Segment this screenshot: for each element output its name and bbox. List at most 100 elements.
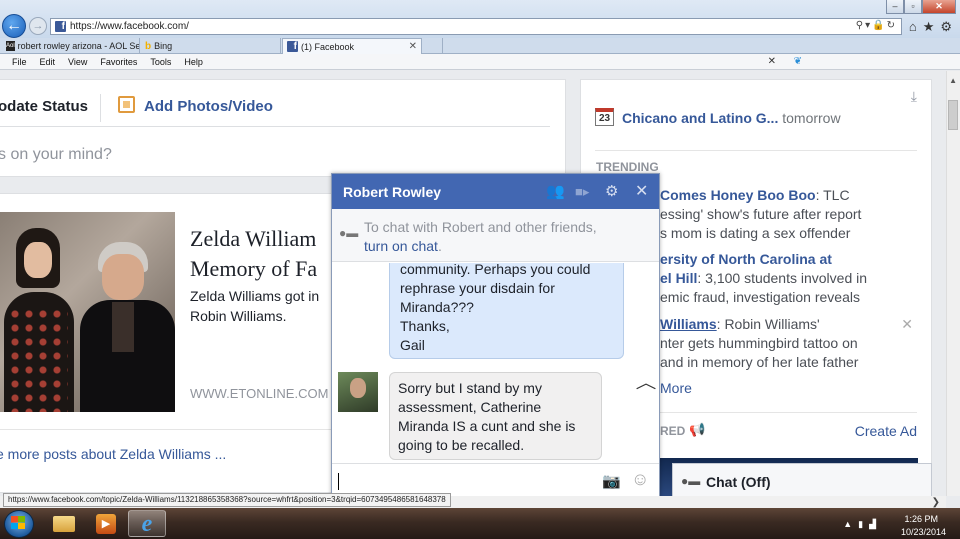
chat-message-list[interactable]: community. Perhaps you could rephrase yo… [332,263,659,463]
chat-window: Robert Rowley 👥 ■▸ ⚙ ✕ ●▬ To chat with R… [331,173,660,499]
more-posts-link[interactable]: e more posts about Zelda Williams ... [0,446,226,462]
address-tools[interactable]: ⚲▾🔒↻ [856,20,897,31]
search-icon[interactable]: ⚲ [856,20,865,31]
status-composer: odate Status Add Photos/Video s on your … [0,79,566,177]
menu-file[interactable]: File [12,57,27,67]
back-button[interactable]: ← [2,14,26,38]
menu-edit[interactable]: Edit [40,57,56,67]
menu-tools[interactable]: Tools [150,57,171,67]
address-bar[interactable]: f https://www.facebook.com/ ⚲▾🔒↻ [50,18,902,35]
trend-text: emic fraud, investigation reveals [660,289,860,305]
trend-topic[interactable]: ersity of North Carolina at [660,251,832,267]
browser-title-bar: – ▫ ✕ ← → f https://www.facebook.com/ ⚲▾… [0,0,960,38]
scrollbar-thumb[interactable] [948,100,958,130]
avatar[interactable] [338,372,378,412]
menu-view[interactable]: View [68,57,87,67]
trending-item[interactable]: Williams: Robin Williams' nter gets humm… [660,315,900,372]
post-link-description: Zelda Williams got in Robin Williams. [190,286,319,326]
system-tray[interactable]: ▲▮▟ [843,519,882,530]
menu-favorites[interactable]: Favorites [100,57,137,67]
menu-bar: File Edit View Favorites Tools Help [0,54,960,70]
video-call-icon[interactable]: ■▸ [575,184,589,200]
trend-topic[interactable]: Comes Honey Boo Boo [660,187,816,203]
tab-label: robert rowley arizona - AOL Se... [17,41,140,51]
favorites-star-icon[interactable]: ★ [923,19,935,35]
window-close-button[interactable]: ✕ [922,0,956,14]
post-desc-line: Zelda Williams got in [190,288,320,304]
taskbar-explorer[interactable] [45,510,83,537]
chevron-up-icon[interactable]: ︿ [636,369,657,393]
menu-help[interactable]: Help [184,57,203,67]
turn-on-chat-link[interactable]: turn on chat [364,238,438,254]
show-hidden-icons-icon[interactable]: ▲ [843,519,858,529]
addon-icon[interactable]: ❦ [794,56,802,67]
divider [595,150,917,151]
close-icon[interactable]: ✕ [901,316,913,333]
trend-text: : Robin Williams' [716,316,820,332]
aol-icon: Aol [6,41,15,51]
gear-icon[interactable]: ⚙ [605,182,618,200]
chat-sidebar-toggle[interactable]: ●▬ Chat (Off) [672,463,932,497]
tab-close-icon[interactable]: ✕ [409,41,417,52]
update-status-tab[interactable]: odate Status [0,98,88,115]
text-caret [338,473,339,490]
chat-contact-name[interactable]: Robert Rowley [343,184,441,200]
post-link-source: WWW.ETONLINE.COM [190,386,329,401]
event-name[interactable]: Chicano and Latino G... [622,110,778,126]
trending-item[interactable]: Comes Honey Boo Boo: TLC essing' show's … [660,186,900,243]
tab-aol-search[interactable]: Aol robert rowley arizona - AOL Se... [2,38,140,54]
add-photos-video-tab[interactable]: Add Photos/Video [144,98,273,115]
gear-icon[interactable]: ⚙ [940,19,952,35]
clock-date[interactable]: 10/23/2014 [901,527,946,537]
minimize-button[interactable]: – [886,0,904,14]
chat-notice-text: To chat with Robert and other friends, t… [364,218,597,256]
menu-bar-close-icon[interactable]: ✕ [768,56,776,67]
trend-text: : 3,100 students involved in [697,270,868,286]
see-more-link[interactable]: More [660,380,692,396]
clock-time[interactable]: 1:26 PM [904,514,938,524]
new-tab-button[interactable] [423,38,443,54]
browser-toolbar-icons: ⌂ ★ ⚙ [909,19,952,35]
tab-strip: Aol robert rowley arizona - AOL Se... b … [0,38,960,54]
tab-facebook[interactable]: f (1) Facebook ✕ [282,38,422,54]
signal-icon[interactable]: ▟ [869,519,882,529]
notice-period: . [437,238,442,254]
create-ad-link[interactable]: Create Ad [855,423,917,439]
download-icon[interactable]: ⤓ [911,88,917,105]
photo-icon[interactable] [118,96,135,113]
status-bar-url: https://www.facebook.com/topic/Zelda-Wil… [3,493,451,507]
refresh-icon[interactable]: ↻ [887,20,897,31]
address-url[interactable]: https://www.facebook.com/ [70,21,189,32]
person-icon: ●▬ [681,474,701,488]
event-time: tomorrow [782,110,841,126]
page-scrollbar[interactable] [946,71,960,496]
scroll-up-arrow-icon[interactable]: ▲ [949,76,957,85]
trend-text: essing' show's future after report [660,206,862,222]
forward-arrow-icon: → [32,20,44,32]
network-icon[interactable]: ▮ [858,519,869,529]
chat-off-notice: ●▬ To chat with Robert and other friends… [332,209,659,262]
chat-header[interactable]: Robert Rowley 👥 ■▸ ⚙ ✕ [332,174,659,209]
tab-bing[interactable]: b Bing [141,38,281,54]
lock-icon[interactable]: 🔒 [872,20,886,31]
window-controls: – ▫ ✕ [886,0,956,14]
incoming-message: Sorry but I stand by my assessment, Cath… [389,372,602,460]
trend-topic[interactable]: Williams [660,316,717,332]
event-reminder[interactable]: Chicano and Latino G... tomorrow [622,110,841,126]
camera-icon[interactable]: 📷 [602,472,621,490]
close-icon[interactable]: ✕ [635,181,648,201]
add-friends-icon[interactable]: 👥 [546,182,565,200]
home-icon[interactable]: ⌂ [909,19,917,35]
back-arrow-icon: ← [6,17,22,34]
trend-topic[interactable]: el Hill [660,270,697,286]
post-link-image[interactable] [0,212,175,412]
taskbar-internet-explorer[interactable]: e [128,510,166,537]
emoji-icon[interactable]: ☺ [631,469,649,490]
trending-item[interactable]: ersity of North Carolina at el Hill: 3,1… [660,250,900,307]
taskbar-media-player[interactable]: ▶ [87,510,125,537]
status-input[interactable]: s on your mind? [0,146,112,164]
forward-button[interactable]: → [29,17,47,35]
maximize-button[interactable]: ▫ [904,0,922,14]
scroll-right-arrow-icon[interactable]: ❯ [932,497,940,508]
chat-status-label[interactable]: Chat (Off) [706,474,771,490]
